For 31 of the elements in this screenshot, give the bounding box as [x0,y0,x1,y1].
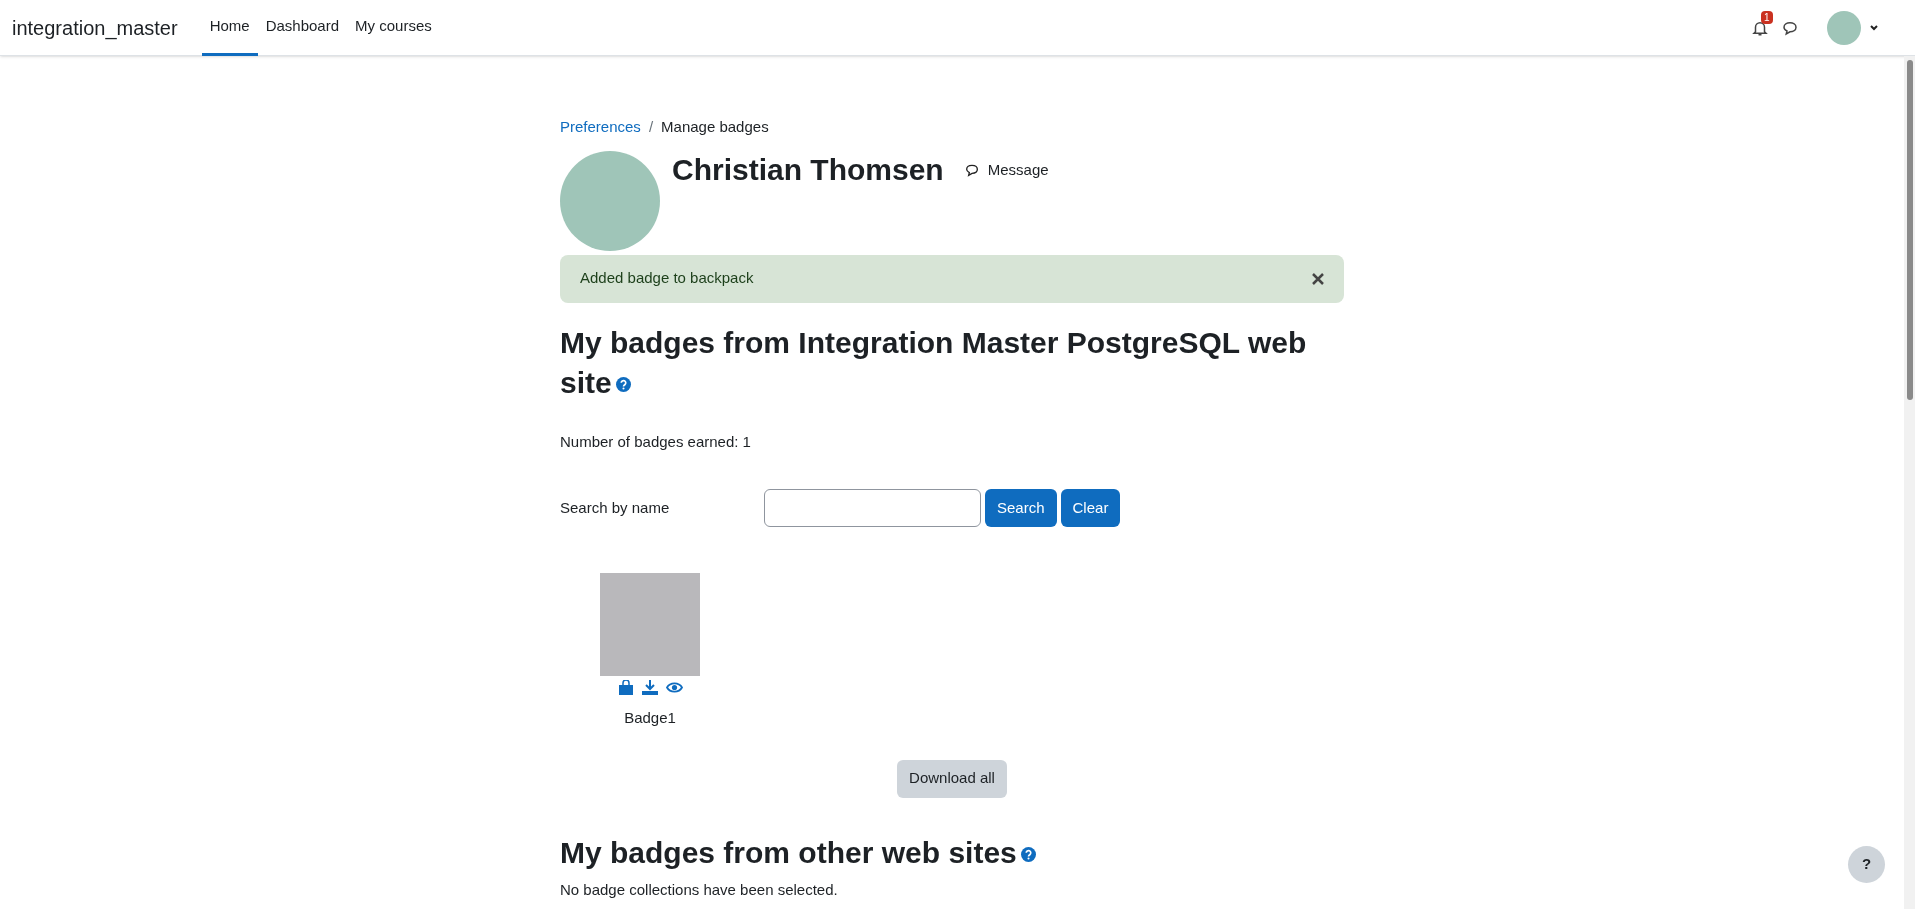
download-icon[interactable] [641,680,658,695]
help-icon[interactable] [615,377,631,393]
help-icon[interactable] [1020,847,1036,863]
breadcrumb-separator: / [648,117,654,137]
shopping-bag-icon[interactable] [617,680,634,695]
nav-tab[interactable]: Home [201,0,258,56]
badge-count: Number of badges earned: 1 [560,431,752,452]
eye-icon[interactable] [665,680,683,695]
help-button[interactable]: ? [1848,846,1885,883]
nav-tab[interactable]: Dashboard [257,0,348,56]
empty-collections-note: No badge collections have been selected. [560,879,839,900]
search-label: Search by name [560,497,671,518]
close-icon [1312,272,1324,285]
badge-name[interactable]: Badge1 [624,707,676,730]
alert-message: Added badge to backpack [580,268,754,289]
close-button[interactable] [1312,272,1324,285]
avatar [1827,10,1861,45]
notification-count: 1 [1761,10,1773,24]
message-button[interactable]: Message [963,158,1049,181]
clear-button[interactable]: Clear [1060,489,1121,527]
search-field[interactable] [764,489,981,527]
nav-tab[interactable]: My courses [347,0,440,56]
site-brand[interactable]: integration_master [12,12,178,43]
search-button[interactable]: Search [985,489,1057,527]
caret-icon[interactable] [1869,22,1879,33]
breadcrumb-link[interactable]: Preferences [560,116,641,139]
download-all-button[interactable]: Download all [897,759,1007,798]
user-name: Christian Thomsen [672,151,944,188]
section-heading: My badges from Integration Master PostgreSQL web site [560,324,1308,401]
breadcrumb-current: Manage badges [661,117,769,137]
section-heading: My badges from other web sites [560,829,1344,875]
